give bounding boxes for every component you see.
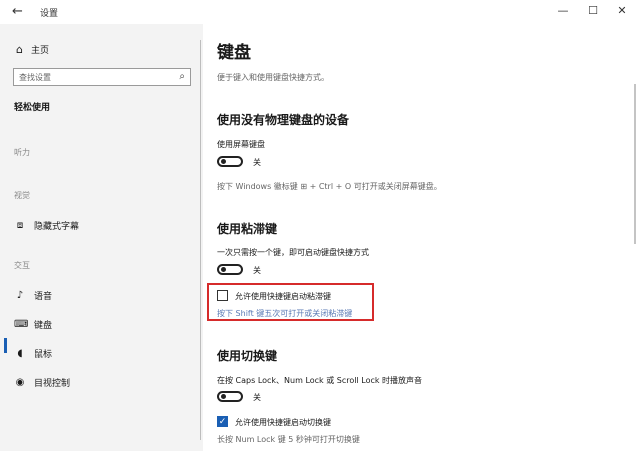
search-icon[interactable]: ⌕ <box>179 71 185 82</box>
keyboard-icon: ⌨ <box>14 319 29 330</box>
sidebar-item-keyboard[interactable]: ⌨ 键盘 <box>14 318 52 331</box>
eye-control-icon: ◉ <box>15 377 25 388</box>
togglekeys-label: 在按 Caps Lock、Num Lock 或 Scroll Lock 时播放声… <box>217 376 423 385</box>
sticky-hint: 按下 Shift 键五次可打开或关闭粘滞键 <box>217 309 353 318</box>
page-title: 键盘 <box>217 43 251 63</box>
home-label: 主页 <box>30 46 49 56</box>
togglekeys-shortcut-label: 允许使用快捷键启动切换键 <box>235 418 331 427</box>
sidebar-item-label: 语音 <box>34 292 53 302</box>
sticky-toggle[interactable] <box>217 264 243 275</box>
togglekeys-toggle[interactable] <box>217 391 243 402</box>
toggle-knob <box>221 394 226 399</box>
home-link[interactable]: ⌂ 主页 <box>16 43 49 56</box>
sidebar-item-label: 目视控制 <box>34 379 71 389</box>
search-input[interactable]: 查找设置 ⌕ <box>13 68 191 86</box>
app-title: 设置 <box>40 9 59 19</box>
microphone-icon: ♪ <box>16 290 24 301</box>
home-icon: ⌂ <box>16 43 23 56</box>
selected-indicator <box>4 338 7 353</box>
sidebar-item-label: 键盘 <box>34 321 53 331</box>
osk-hint: 按下 Windows 徽标键 ⊞ + Ctrl + O 可打开或关闭屏幕键盘。 <box>217 182 442 191</box>
caption-icon: ⧈ <box>16 220 24 231</box>
osk-toggle[interactable] <box>217 156 243 167</box>
page-subtitle: 便于键入和使用键盘快捷方式。 <box>217 73 329 82</box>
toggle-knob <box>221 159 226 164</box>
checkmark-icon: ✓ <box>218 417 227 427</box>
sidebar: ⌂ 主页 查找设置 ⌕ 轻松使用 听力 视觉 ⧈ 隐藏式字幕 交互 ♪ 语音 ⌨… <box>0 24 203 451</box>
search-placeholder: 查找设置 <box>19 73 51 82</box>
osk-label: 使用屏幕键盘 <box>217 140 265 149</box>
sidebar-scrollbar[interactable] <box>200 40 201 440</box>
sticky-label: 一次只需按一个键，即可启动键盘快捷方式 <box>217 248 369 257</box>
main-scrollbar[interactable] <box>634 84 636 244</box>
sticky-toggle-state: 关 <box>253 266 261 275</box>
mouse-icon: ◖ <box>17 348 23 359</box>
minimize-icon[interactable]: — <box>553 4 573 17</box>
settings-window: ← 设置 — ☐ ✕ ⌂ 主页 查找设置 ⌕ 轻松使用 听力 视觉 ⧈ 隐藏式字… <box>0 0 640 451</box>
group-hearing: 听力 <box>14 148 30 157</box>
close-icon[interactable]: ✕ <box>612 4 632 17</box>
togglekeys-hint: 长按 Num Lock 键 5 秒钟可打开切换键 <box>217 435 360 444</box>
togglekeys-heading: 使用切换键 <box>217 349 278 363</box>
sidebar-item-captions[interactable]: ⧈ 隐藏式字幕 <box>14 219 79 232</box>
togglekeys-shortcut-checkbox[interactable]: ✓ <box>217 416 228 427</box>
sidebar-item-label: 鼠标 <box>34 350 53 360</box>
osk-heading: 使用没有物理键盘的设备 <box>217 113 350 127</box>
sticky-shortcut-checkbox[interactable] <box>217 290 228 301</box>
category-title: 轻松使用 <box>14 103 51 113</box>
sidebar-item-mouse[interactable]: ◖ 鼠标 <box>14 347 52 360</box>
sidebar-item-label: 隐藏式字幕 <box>34 222 80 232</box>
group-vision: 视觉 <box>14 191 30 200</box>
sticky-shortcut-label: 允许使用快捷键启动粘滞键 <box>235 292 331 301</box>
back-arrow-icon[interactable]: ← <box>12 4 23 19</box>
sidebar-item-eye-control[interactable]: ◉ 目视控制 <box>14 376 70 389</box>
toggle-knob <box>221 267 226 272</box>
group-interaction: 交互 <box>14 261 30 270</box>
main-content: 键盘 便于键入和使用键盘快捷方式。 使用没有物理键盘的设备 使用屏幕键盘 关 按… <box>203 24 640 451</box>
title-bar: ← 设置 — ☐ ✕ <box>0 0 640 24</box>
sticky-heading: 使用粘滞键 <box>217 222 278 236</box>
sidebar-item-speech[interactable]: ♪ 语音 <box>14 289 52 302</box>
togglekeys-toggle-state: 关 <box>253 393 261 402</box>
maximize-icon[interactable]: ☐ <box>583 4 603 17</box>
osk-toggle-state: 关 <box>253 158 261 167</box>
